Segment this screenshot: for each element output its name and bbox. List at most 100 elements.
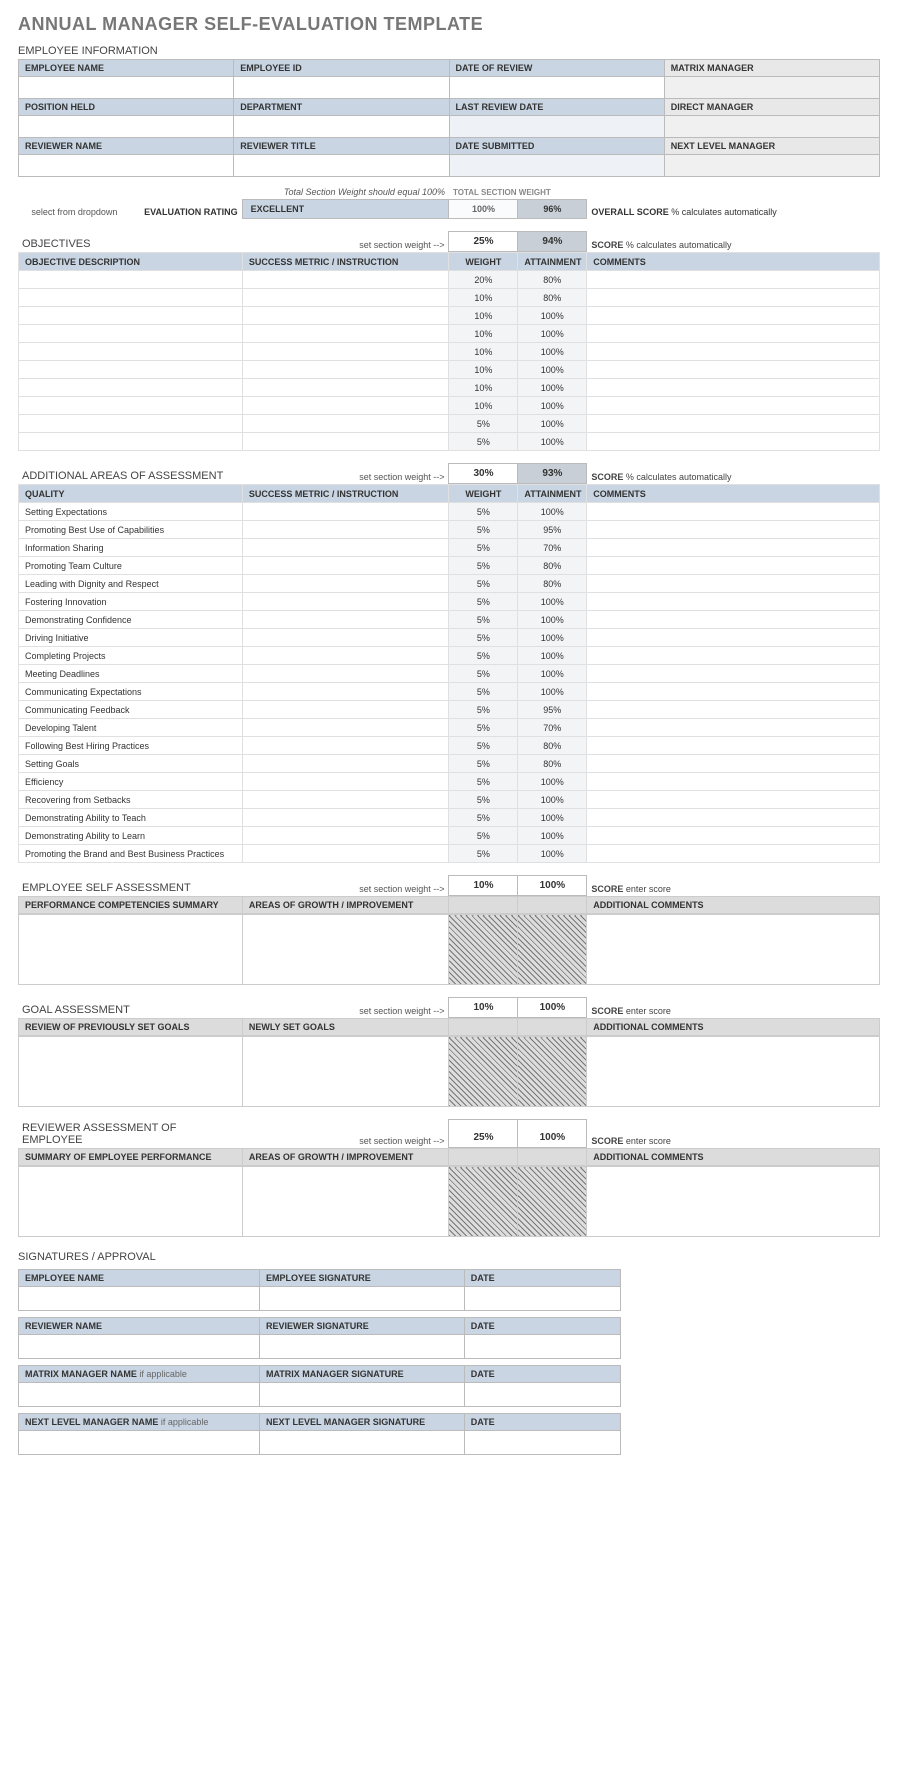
area-weight[interactable]: 5% — [449, 809, 518, 827]
goal-text3[interactable] — [587, 1037, 880, 1107]
sig-date-input[interactable] — [464, 1287, 621, 1311]
sig-name-input[interactable] — [19, 1335, 260, 1359]
obj-attain[interactable]: 100% — [518, 379, 587, 397]
obj-desc[interactable] — [19, 307, 243, 325]
obj-desc[interactable] — [19, 415, 243, 433]
sig-sign-input[interactable] — [259, 1335, 464, 1359]
area-comment[interactable] — [587, 773, 880, 791]
area-metric[interactable] — [242, 557, 449, 575]
area-metric[interactable] — [242, 575, 449, 593]
area-weight[interactable]: 5% — [449, 593, 518, 611]
obj-attain[interactable]: 100% — [518, 343, 587, 361]
reviewdate-input[interactable] — [449, 77, 664, 99]
self-weight[interactable]: 10% — [449, 876, 518, 896]
area-comment[interactable] — [587, 737, 880, 755]
sig-name-input[interactable] — [19, 1431, 260, 1455]
obj-attain[interactable]: 100% — [518, 433, 587, 451]
area-attain[interactable]: 100% — [518, 629, 587, 647]
obj-metric[interactable] — [242, 307, 449, 325]
obj-attain[interactable]: 80% — [518, 289, 587, 307]
reviewer-weight[interactable]: 25% — [449, 1120, 518, 1148]
matrixmgr-input[interactable] — [664, 77, 879, 99]
area-weight[interactable]: 5% — [449, 575, 518, 593]
goal-text2[interactable] — [242, 1037, 449, 1107]
area-attain[interactable]: 70% — [518, 539, 587, 557]
area-comment[interactable] — [587, 791, 880, 809]
evalrating-value[interactable]: EXCELLENT — [242, 200, 449, 219]
area-weight[interactable]: 5% — [449, 557, 518, 575]
area-attain[interactable]: 95% — [518, 521, 587, 539]
area-weight[interactable]: 5% — [449, 503, 518, 521]
sig-sign-input[interactable] — [259, 1287, 464, 1311]
obj-weight[interactable]: 10% — [449, 289, 518, 307]
reviewer-score[interactable]: 100% — [518, 1120, 587, 1148]
obj-comment[interactable] — [587, 415, 880, 433]
area-attain[interactable]: 80% — [518, 755, 587, 773]
sig-date-input[interactable] — [464, 1383, 621, 1407]
area-metric[interactable] — [242, 719, 449, 737]
obj-desc[interactable] — [19, 271, 243, 289]
area-attain[interactable]: 100% — [518, 611, 587, 629]
area-weight[interactable]: 5% — [449, 845, 518, 863]
area-metric[interactable] — [242, 611, 449, 629]
areas-weight[interactable]: 30% — [449, 464, 518, 484]
obj-comment[interactable] — [587, 397, 880, 415]
sig-sign-input[interactable] — [259, 1383, 464, 1407]
area-weight[interactable]: 5% — [449, 719, 518, 737]
sig-date-input[interactable] — [464, 1431, 621, 1455]
area-attain[interactable]: 100% — [518, 827, 587, 845]
area-attain[interactable]: 100% — [518, 773, 587, 791]
area-attain[interactable]: 80% — [518, 575, 587, 593]
area-attain[interactable]: 100% — [518, 647, 587, 665]
area-metric[interactable] — [242, 647, 449, 665]
area-comment[interactable] — [587, 539, 880, 557]
area-metric[interactable] — [242, 665, 449, 683]
area-weight[interactable]: 5% — [449, 539, 518, 557]
area-metric[interactable] — [242, 773, 449, 791]
area-metric[interactable] — [242, 809, 449, 827]
goal-weight[interactable]: 10% — [449, 998, 518, 1018]
obj-attain[interactable]: 100% — [518, 415, 587, 433]
goal-score[interactable]: 100% — [518, 998, 587, 1018]
area-attain[interactable]: 95% — [518, 701, 587, 719]
dept-input[interactable] — [234, 116, 449, 138]
area-weight[interactable]: 5% — [449, 827, 518, 845]
obj-comment[interactable] — [587, 379, 880, 397]
obj-metric[interactable] — [242, 397, 449, 415]
reviewer-text3[interactable] — [587, 1167, 880, 1237]
datesubmitted-input[interactable] — [449, 155, 664, 177]
area-metric[interactable] — [242, 683, 449, 701]
obj-comment[interactable] — [587, 325, 880, 343]
reviewertitle-input[interactable] — [234, 155, 449, 177]
area-weight[interactable]: 5% — [449, 737, 518, 755]
goal-text1[interactable] — [19, 1037, 243, 1107]
reviewer-text1[interactable] — [19, 1167, 243, 1237]
area-comment[interactable] — [587, 521, 880, 539]
area-metric[interactable] — [242, 503, 449, 521]
area-attain[interactable]: 100% — [518, 593, 587, 611]
area-comment[interactable] — [587, 845, 880, 863]
area-weight[interactable]: 5% — [449, 647, 518, 665]
directmgr-input[interactable] — [664, 116, 879, 138]
obj-weight[interactable]: 10% — [449, 361, 518, 379]
obj-metric[interactable] — [242, 271, 449, 289]
obj-metric[interactable] — [242, 343, 449, 361]
area-attain[interactable]: 100% — [518, 845, 587, 863]
obj-desc[interactable] — [19, 379, 243, 397]
obj-metric[interactable] — [242, 361, 449, 379]
area-weight[interactable]: 5% — [449, 773, 518, 791]
area-metric[interactable] — [242, 737, 449, 755]
obj-comment[interactable] — [587, 289, 880, 307]
obj-weight[interactable]: 5% — [449, 433, 518, 451]
area-metric[interactable] — [242, 629, 449, 647]
area-weight[interactable]: 5% — [449, 611, 518, 629]
obj-desc[interactable] — [19, 397, 243, 415]
obj-desc[interactable] — [19, 433, 243, 451]
area-comment[interactable] — [587, 503, 880, 521]
obj-weight[interactable]: 20% — [449, 271, 518, 289]
area-weight[interactable]: 5% — [449, 755, 518, 773]
sig-date-input[interactable] — [464, 1335, 621, 1359]
area-attain[interactable]: 70% — [518, 719, 587, 737]
area-comment[interactable] — [587, 629, 880, 647]
area-attain[interactable]: 100% — [518, 791, 587, 809]
